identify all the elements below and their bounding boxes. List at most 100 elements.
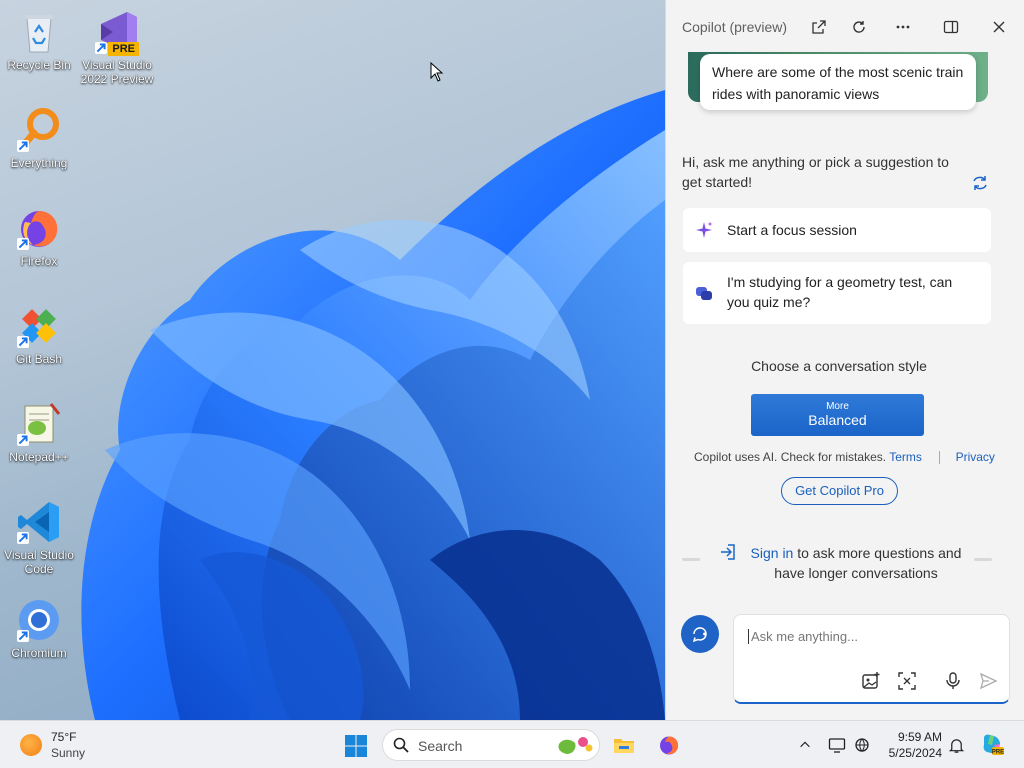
copilot-title: Copilot (preview) xyxy=(682,19,788,35)
notification-bell-icon xyxy=(948,738,964,753)
shortcut-arrow-icon xyxy=(95,42,107,54)
refresh-button[interactable] xyxy=(846,14,872,40)
copilot-icon: PRE xyxy=(983,734,1004,756)
network-icon xyxy=(855,738,869,752)
style-balanced-label: Balanced xyxy=(808,412,867,428)
refresh-icon xyxy=(853,21,865,33)
clock-time[interactable]: 9:59 AM xyxy=(880,730,942,744)
desktop-icon-vscode[interactable]: Visual Studio Code xyxy=(0,498,78,576)
shortcut-arrow-icon xyxy=(17,630,29,642)
chat-bubbles-icon xyxy=(696,287,712,300)
desktop-icon-label: Visual Studio 2022 Preview xyxy=(80,58,154,86)
shortcut-arrow-icon xyxy=(17,434,29,446)
start-icon[interactable] xyxy=(344,734,368,758)
sidebar-toggle-icon xyxy=(943,20,959,34)
screenshot-icon[interactable] xyxy=(897,671,917,691)
desktop-icon-recycle-bin[interactable]: Recycle Bin xyxy=(0,8,78,72)
refresh-suggestions-icon[interactable] xyxy=(969,172,991,194)
show-hidden-icons-button[interactable] xyxy=(795,735,815,755)
search-highlight-icon xyxy=(558,737,593,754)
suggestion-focus-session[interactable]: Start a focus session xyxy=(683,208,991,252)
divider-right xyxy=(974,558,992,561)
mouse-cursor-icon xyxy=(430,62,444,82)
suggestion-geometry-quiz[interactable]: I'm studying for a geometry test, can yo… xyxy=(683,262,991,324)
shortcut-arrow-icon xyxy=(17,140,29,152)
sign-in-prompt: Sign in to ask more questions and have l… xyxy=(746,543,966,583)
microphone-icon[interactable] xyxy=(943,671,963,691)
open-external-icon xyxy=(812,20,826,34)
notepad-plus-plus-icon xyxy=(15,400,63,448)
disclaimer-separator xyxy=(939,451,941,465)
sign-in-text: to ask more questions and have longer co… xyxy=(774,545,962,581)
greeting-text: Hi, ask me anything or pick a suggestion… xyxy=(682,154,949,190)
weather-temperature: 75°F xyxy=(51,730,77,744)
conversation-style-balanced-button[interactable]: More Balanced xyxy=(751,394,924,436)
shortcut-arrow-icon xyxy=(17,532,29,544)
ask-input[interactable] xyxy=(748,629,988,644)
sign-in-icon xyxy=(721,544,735,560)
new-topic-button[interactable] xyxy=(681,615,719,653)
copilot-panel: Copilot (preview) Where are some of the … xyxy=(665,0,1024,720)
desktop-icon-chromium[interactable]: Chromium xyxy=(0,596,78,660)
desktop-icon-label: Visual Studio Code xyxy=(4,548,74,576)
taskbar-file-explorer[interactable] xyxy=(610,731,638,759)
copilot-header: Copilot (preview) xyxy=(666,0,1024,52)
taskbar-search-box[interactable]: Search xyxy=(382,729,600,761)
notifications-button[interactable] xyxy=(946,735,966,755)
taskbar-copilot-button[interactable]: PRE xyxy=(980,732,1004,756)
pre-badge: PRE xyxy=(108,42,139,56)
suggestion-label: I'm studying for a geometry test, can yo… xyxy=(727,274,953,310)
file-explorer-icon xyxy=(614,739,634,753)
divider-left xyxy=(682,558,700,561)
sun-icon xyxy=(20,734,42,756)
top-suggestion-bubble[interactable]: Where are some of the most scenic train … xyxy=(700,54,976,110)
disclaimer-text: Copilot uses AI. Check for mistakes. xyxy=(694,450,887,464)
search-label: Search xyxy=(418,738,463,754)
shortcut-arrow-icon xyxy=(17,238,29,250)
get-copilot-pro-button[interactable]: Get Copilot Pro xyxy=(781,477,898,505)
tray-network[interactable] xyxy=(852,735,872,755)
sidebar-toggle-button[interactable] xyxy=(938,14,964,40)
chevron-up-icon xyxy=(800,741,810,748)
clock-date[interactable]: 5/25/2024 xyxy=(870,746,942,760)
firefox-icon xyxy=(660,736,679,755)
chromium-icon xyxy=(15,596,63,644)
suggestion-label: Start a focus session xyxy=(727,222,857,238)
taskbar-firefox[interactable] xyxy=(655,731,683,759)
recycle-bin-icon xyxy=(15,8,63,56)
more-icon xyxy=(896,25,910,29)
desktop-icon-visual-studio-preview[interactable]: PRE Visual Studio 2022 Preview xyxy=(78,8,156,86)
taskbar: 75°F Sunny Search 9:59 AM 5/25/2024 PRE xyxy=(0,720,1024,768)
desktop-icon-git-bash[interactable]: Git Bash xyxy=(0,302,78,366)
display-icon xyxy=(828,738,846,753)
conversation-style-title: Choose a conversation style xyxy=(751,358,927,374)
desktop-icon-firefox[interactable]: Firefox xyxy=(0,204,78,268)
sparkle-icon xyxy=(696,222,712,238)
more-options-button[interactable] xyxy=(890,14,916,40)
chat-input-box xyxy=(733,614,1010,704)
desktop-icon-notepad-plus-plus[interactable]: Notepad++ xyxy=(0,400,78,464)
search-icon xyxy=(393,737,409,753)
desktop: Recycle Bin PRE Visual Studio 2022 Previ… xyxy=(0,0,665,720)
git-bash-icon xyxy=(15,302,63,350)
terms-link[interactable]: Terms xyxy=(889,450,922,464)
wallpaper-bloom xyxy=(81,90,665,720)
send-icon[interactable] xyxy=(978,671,998,691)
everything-search-icon xyxy=(15,106,63,154)
desktop-icon-label: Recycle Bin xyxy=(7,58,71,72)
visual-studio-preview-icon: PRE xyxy=(93,8,141,56)
add-image-icon[interactable] xyxy=(861,671,881,691)
svg-text:PRE: PRE xyxy=(992,750,1004,756)
sign-in-link[interactable]: Sign in xyxy=(751,545,794,561)
vscode-icon xyxy=(15,498,63,546)
close-button[interactable] xyxy=(986,14,1012,40)
open-external-button[interactable] xyxy=(806,14,832,40)
shortcut-arrow-icon xyxy=(17,336,29,348)
firefox-icon xyxy=(15,204,63,252)
privacy-link[interactable]: Privacy xyxy=(956,450,995,464)
desktop-icon-everything[interactable]: Everything xyxy=(0,106,78,170)
tray-display[interactable] xyxy=(827,735,847,755)
new-topic-icon xyxy=(692,627,707,643)
style-more-label: More xyxy=(826,401,849,412)
weather-condition: Sunny xyxy=(51,746,86,760)
